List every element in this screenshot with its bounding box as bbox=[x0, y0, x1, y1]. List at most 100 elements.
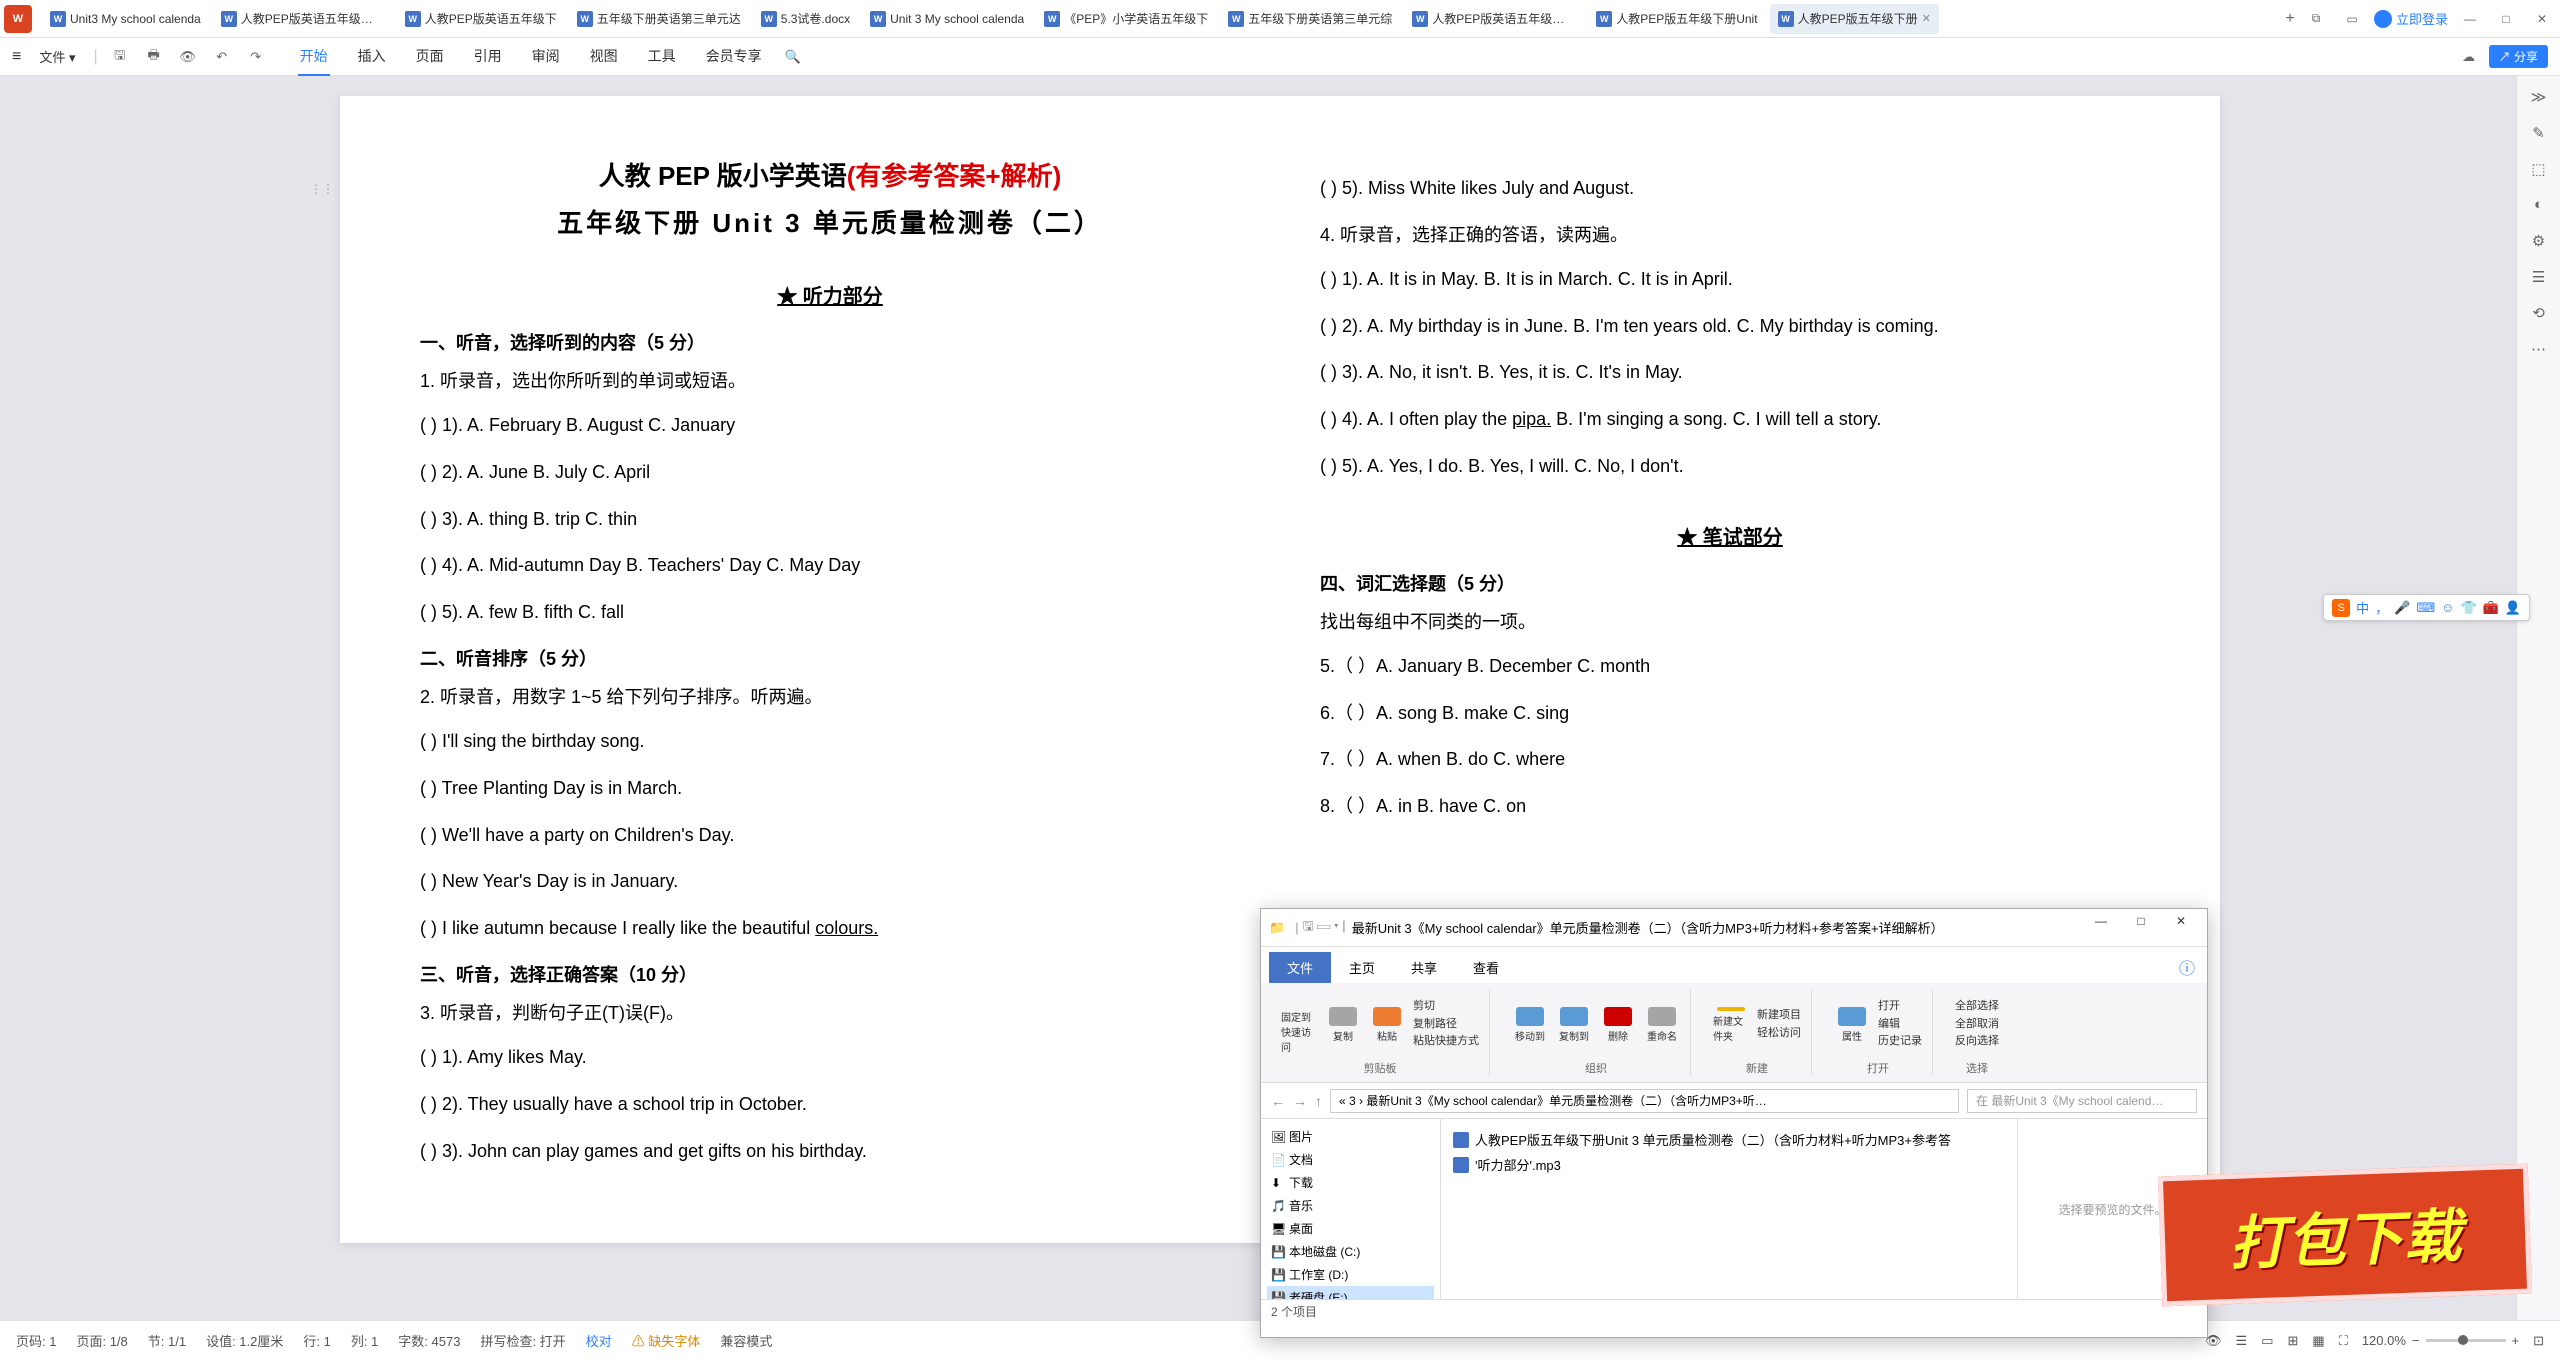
up-icon[interactable]: ↑ bbox=[1315, 1093, 1322, 1109]
file-item[interactable]: 人教PEP版五年级下册Unit 3 单元质量检测卷（二）（含听力材料+听力MP3… bbox=[1449, 1127, 2009, 1152]
explorer-titlebar[interactable]: 📁 | 🖫 ▭ ▾ | 最新Unit 3《My school calendar》… bbox=[1261, 909, 2207, 947]
ime-punct-icon[interactable]: ， bbox=[2375, 598, 2388, 617]
status-chars[interactable]: 字数: 4573 bbox=[398, 1331, 460, 1350]
document-tab[interactable]: W人教PEP版英语五年级下册U bbox=[213, 4, 393, 34]
pin-button[interactable]: 固定到快速访问 bbox=[1281, 1007, 1317, 1043]
preview-icon[interactable]: 👁 bbox=[179, 48, 197, 66]
address-path[interactable]: « 3 › 最新Unit 3《My school calendar》单元质量检测… bbox=[1330, 1089, 1959, 1113]
rename-button[interactable]: 重命名 bbox=[1644, 1007, 1680, 1043]
tree-item[interactable]: 💾工作室 (D:) bbox=[1267, 1263, 1434, 1286]
delete-button[interactable]: 删除 bbox=[1600, 1007, 1636, 1043]
view-full-icon[interactable]: ⛶ bbox=[2339, 1333, 2348, 1349]
prop-icon[interactable]: ☰ bbox=[2529, 268, 2549, 288]
download-badge[interactable]: 打包下载 bbox=[2158, 1164, 2532, 1307]
document-tab[interactable]: W五年级下册英语第三单元综 bbox=[1220, 4, 1400, 34]
ime-keyboard-icon[interactable]: ⌨ bbox=[2416, 600, 2435, 616]
tab-close-icon[interactable]: ✕ bbox=[1922, 12, 1931, 25]
zoom-in-icon[interactable]: + bbox=[2512, 1333, 2520, 1348]
document-tab[interactable]: W人教PEP版英语五年级下册U bbox=[1404, 4, 1584, 34]
view-web-icon[interactable]: ▦ bbox=[2312, 1333, 2324, 1349]
explorer-minimize-icon[interactable]: — bbox=[2083, 914, 2119, 942]
print-icon[interactable]: 🖶 bbox=[145, 48, 163, 66]
more-icon[interactable]: ⋯ bbox=[2529, 340, 2549, 360]
back-icon[interactable]: ← bbox=[1271, 1093, 1285, 1109]
document-tab[interactable]: WUnit3 My school calenda bbox=[42, 4, 209, 34]
wps-logo[interactable]: W bbox=[4, 5, 32, 33]
ribbon-tab[interactable]: 工具 bbox=[646, 38, 678, 76]
minimize-icon[interactable]: — bbox=[2456, 5, 2484, 33]
status-pages[interactable]: 页面: 1/8 bbox=[76, 1331, 127, 1350]
status-proof[interactable]: 校对 bbox=[586, 1331, 612, 1350]
close-icon[interactable]: ✕ bbox=[2528, 5, 2556, 33]
window-restore-icon[interactable]: ⧉ bbox=[2302, 5, 2330, 33]
file-menu[interactable]: 文件 ▾ bbox=[39, 47, 75, 66]
status-spell[interactable]: 拼写检查: 打开 bbox=[480, 1331, 565, 1350]
search-icon[interactable]: 🔍 bbox=[784, 48, 802, 66]
newfolder-button[interactable]: 新建文件夹 bbox=[1713, 1007, 1749, 1043]
undo-icon[interactable]: ↶ bbox=[213, 48, 231, 66]
ribbon-tab[interactable]: 插入 bbox=[356, 38, 388, 76]
add-tab-button[interactable]: + bbox=[2278, 10, 2302, 28]
save-icon[interactable]: 🖫 bbox=[111, 48, 129, 66]
paste-button[interactable]: 粘贴 bbox=[1369, 1007, 1405, 1043]
tree-item[interactable]: ⬇下载 bbox=[1267, 1171, 1434, 1194]
limit-icon[interactable]: ◐ bbox=[2529, 196, 2549, 216]
tree-item[interactable]: 🖥桌面 bbox=[1267, 1217, 1434, 1240]
status-page[interactable]: 页码: 1 bbox=[16, 1331, 56, 1350]
document-tab[interactable]: W人教PEP版英语五年级下 bbox=[397, 4, 565, 34]
maximize-icon[interactable]: □ bbox=[2492, 5, 2520, 33]
ime-toolbox-icon[interactable]: 🧰 bbox=[2483, 600, 2499, 616]
ime-emoji-icon[interactable]: ☺ bbox=[2441, 600, 2454, 615]
status-setting[interactable]: 设值: 1.2厘米 bbox=[206, 1331, 283, 1350]
style-icon[interactable]: ✎ bbox=[2529, 124, 2549, 144]
ime-mic-icon[interactable]: 🎤 bbox=[2394, 600, 2410, 616]
collapse-icon[interactable]: ≫ bbox=[2529, 88, 2549, 108]
cloud-icon[interactable]: ☁ bbox=[2460, 48, 2478, 66]
status-row[interactable]: 行: 1 bbox=[303, 1331, 330, 1350]
copyto-button[interactable]: 复制到 bbox=[1556, 1007, 1592, 1043]
help-icon[interactable]: ⓘ bbox=[2175, 951, 2199, 983]
ribbon-tab[interactable]: 开始 bbox=[298, 38, 330, 76]
ime-skin-icon[interactable]: 👕 bbox=[2460, 600, 2476, 616]
explorer-close-icon[interactable]: ✕ bbox=[2163, 914, 2199, 942]
status-compat[interactable]: 兼容模式 bbox=[720, 1331, 772, 1350]
ime-lang[interactable]: 中 bbox=[2356, 598, 2369, 617]
status-missing[interactable]: ⚠ 缺失字体 bbox=[632, 1331, 701, 1350]
tree-item[interactable]: 💾老硬盘 (E:) bbox=[1267, 1286, 1434, 1299]
document-tab[interactable]: W5.3试卷.docx bbox=[753, 4, 858, 34]
ime-user-icon[interactable]: 👤 bbox=[2505, 600, 2521, 616]
redo-icon[interactable]: ↷ bbox=[247, 48, 265, 66]
ime-toolbar[interactable]: S 中 ， 🎤 ⌨ ☺ 👕 🧰 👤 bbox=[2323, 594, 2530, 621]
tree-item[interactable]: 📄文档 bbox=[1267, 1148, 1434, 1171]
ribbon-tab[interactable]: 引用 bbox=[472, 38, 504, 76]
file-item[interactable]: '听力部分'.mp3 bbox=[1449, 1152, 2009, 1177]
select-icon[interactable]: ⬚ bbox=[2529, 160, 2549, 180]
document-tab[interactable]: W人教PEP版五年级下册Unit bbox=[1588, 4, 1765, 34]
moveto-button[interactable]: 移动到 bbox=[1512, 1007, 1548, 1043]
tool-icon[interactable]: ⚙ bbox=[2529, 232, 2549, 252]
tree-item[interactable]: 🖼图片 bbox=[1267, 1125, 1434, 1148]
document-tab[interactable]: WUnit 3 My school calenda bbox=[862, 4, 1032, 34]
document-tab[interactable]: W《PEP》小学英语五年级下 bbox=[1036, 4, 1216, 34]
document-tab[interactable]: W五年级下册英语第三单元达 bbox=[569, 4, 749, 34]
fit-icon[interactable]: ⊡ bbox=[2533, 1333, 2544, 1349]
ruler-handle-icon[interactable]: ⋮⋮ bbox=[310, 182, 334, 196]
share-button[interactable]: ↗ 分享 bbox=[2489, 45, 2548, 68]
explorer-tab-file[interactable]: 文件 bbox=[1269, 952, 1331, 983]
zoom-control[interactable]: 120.0% − + bbox=[2362, 1333, 2519, 1348]
explorer-tab-view[interactable]: 查看 bbox=[1455, 952, 1517, 983]
window-list-icon[interactable]: ▭ bbox=[2338, 5, 2366, 33]
properties-button[interactable]: 属性 bbox=[1834, 1007, 1870, 1043]
backup-icon[interactable]: ⟲ bbox=[2529, 304, 2549, 324]
explorer-maximize-icon[interactable]: □ bbox=[2123, 914, 2159, 942]
explorer-search-input[interactable]: 在 最新Unit 3《My school calend… bbox=[1967, 1089, 2197, 1113]
login-button[interactable]: 立即登录 bbox=[2374, 9, 2448, 28]
ribbon-tab[interactable]: 审阅 bbox=[530, 38, 562, 76]
menu-icon[interactable]: ≡ bbox=[12, 48, 21, 66]
tree-item[interactable]: 🎵音乐 bbox=[1267, 1194, 1434, 1217]
tree-item[interactable]: 💾本地磁盘 (C:) bbox=[1267, 1240, 1434, 1263]
ribbon-tab[interactable]: 页面 bbox=[414, 38, 446, 76]
forward-icon[interactable]: → bbox=[1293, 1093, 1307, 1109]
explorer-tab-share[interactable]: 共享 bbox=[1393, 952, 1455, 983]
view-outline-icon[interactable]: ⊞ bbox=[2288, 1333, 2299, 1349]
